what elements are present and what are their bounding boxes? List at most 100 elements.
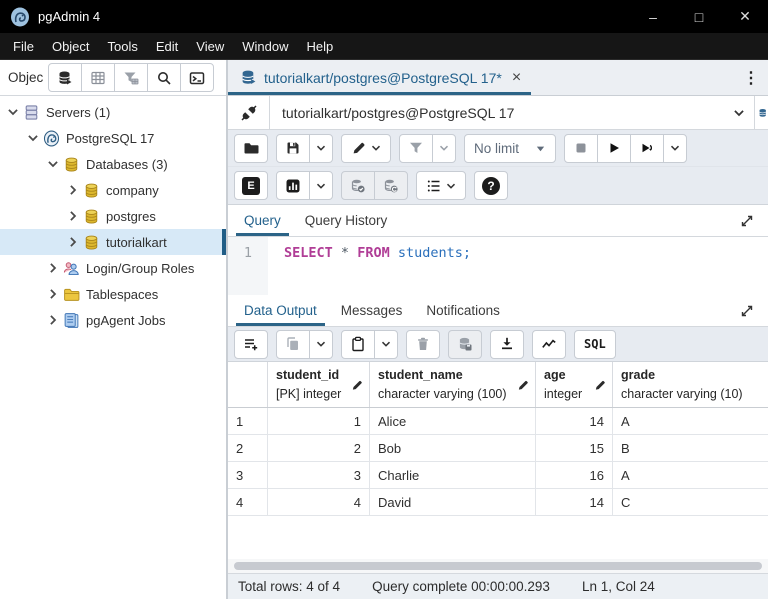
- browser-dependencies-button[interactable]: [81, 63, 115, 92]
- paste-dropdown-button[interactable]: [374, 329, 398, 359]
- cell-student-id[interactable]: 4: [268, 489, 370, 515]
- cell-student-name[interactable]: Alice: [370, 408, 536, 434]
- expand-output-button[interactable]: [730, 295, 764, 326]
- cell-age[interactable]: 16: [536, 462, 613, 488]
- row-number-cell[interactable]: 3: [228, 462, 268, 488]
- tree-item-pgagent-jobs[interactable]: pgAgent Jobs: [0, 307, 226, 333]
- execute-query-button[interactable]: [597, 133, 631, 163]
- tree-item-tutorialkart[interactable]: tutorialkart: [0, 229, 226, 255]
- tab-close-icon[interactable]: ×: [512, 69, 521, 86]
- tree-item-postgres[interactable]: postgres: [0, 203, 226, 229]
- maximize-button[interactable]: □: [676, 0, 722, 33]
- cell-grade[interactable]: A: [613, 462, 768, 488]
- sql-code-line[interactable]: SELECT * FROM students;: [268, 237, 471, 295]
- cell-grade[interactable]: B: [613, 435, 768, 461]
- filter-button[interactable]: [399, 133, 433, 163]
- save-file-button[interactable]: [276, 133, 310, 163]
- chevron-down-icon[interactable]: [46, 157, 60, 171]
- column-header-age[interactable]: age integer: [536, 362, 613, 407]
- column-header-grade[interactable]: grade character varying (10): [613, 362, 768, 407]
- tab-data-output[interactable]: Data Output: [232, 295, 329, 326]
- query-tool-tab[interactable]: tutorialkart/postgres@PostgreSQL 17* ×: [228, 60, 532, 95]
- browser-filter-button[interactable]: [114, 63, 148, 92]
- copy-dropdown-button[interactable]: [309, 329, 333, 359]
- cell-age[interactable]: 14: [536, 408, 613, 434]
- save-data-button[interactable]: [448, 329, 482, 359]
- open-file-button[interactable]: [234, 133, 268, 163]
- cell-grade[interactable]: C: [613, 489, 768, 515]
- menu-tools[interactable]: Tools: [99, 33, 147, 59]
- tree-item-servers[interactable]: Servers (1): [0, 99, 226, 125]
- explain-button[interactable]: E: [234, 171, 268, 200]
- expand-editor-button[interactable]: [730, 205, 764, 236]
- edit-column-icon[interactable]: [594, 378, 607, 391]
- column-header-student-id[interactable]: student_id [PK] integer: [268, 362, 370, 407]
- chevron-right-icon[interactable]: [66, 209, 80, 223]
- commit-button[interactable]: [341, 171, 375, 200]
- explain-dropdown-button[interactable]: [309, 171, 333, 200]
- edit-column-icon[interactable]: [351, 378, 364, 391]
- cell-age[interactable]: 15: [536, 435, 613, 461]
- tree-item-postgresql-17[interactable]: PostgreSQL 17: [0, 125, 226, 151]
- cell-age[interactable]: 14: [536, 489, 613, 515]
- menu-view[interactable]: View: [187, 33, 233, 59]
- cell-student-name[interactable]: Charlie: [370, 462, 536, 488]
- cell-student-name[interactable]: David: [370, 489, 536, 515]
- sql-editor[interactable]: 1 SELECT * FROM students;: [228, 237, 768, 295]
- show-sql-button[interactable]: SQL: [574, 329, 616, 359]
- cancel-query-button[interactable]: [564, 133, 598, 163]
- download-button[interactable]: [490, 329, 524, 359]
- save-dropdown-button[interactable]: [309, 133, 333, 163]
- tab-query[interactable]: Query: [232, 205, 293, 236]
- chevron-right-icon[interactable]: [66, 183, 80, 197]
- delete-row-button[interactable]: [406, 329, 440, 359]
- macros-button[interactable]: [416, 171, 466, 200]
- tab-query-history[interactable]: Query History: [293, 205, 400, 236]
- row-number-cell[interactable]: 2: [228, 435, 268, 461]
- explain-analyze-button[interactable]: [276, 171, 310, 200]
- copy-button[interactable]: [276, 329, 310, 359]
- browser-database-button[interactable]: [48, 63, 82, 92]
- column-header-student-name[interactable]: student_name character varying (100): [370, 362, 536, 407]
- tree-item-tablespaces[interactable]: Tablespaces: [0, 281, 226, 307]
- menu-object[interactable]: Object: [43, 33, 99, 59]
- tree-item-databases[interactable]: Databases (3): [0, 151, 226, 177]
- chevron-right-icon[interactable]: [46, 313, 60, 327]
- chevron-right-icon[interactable]: [46, 287, 60, 301]
- edit-column-icon[interactable]: [517, 378, 530, 391]
- minimize-button[interactable]: –: [630, 0, 676, 33]
- row-limit-select[interactable]: No limit: [464, 133, 556, 163]
- connection-dropdown[interactable]: [724, 106, 754, 120]
- graph-visualiser-button[interactable]: [532, 329, 566, 359]
- chevron-down-icon[interactable]: [6, 105, 20, 119]
- scrollbar-thumb[interactable]: [234, 562, 762, 570]
- cell-grade[interactable]: A: [613, 408, 768, 434]
- row-number-cell[interactable]: 4: [228, 489, 268, 515]
- cell-student-id[interactable]: 3: [268, 462, 370, 488]
- chevron-right-icon[interactable]: [66, 235, 80, 249]
- tab-notifications[interactable]: Notifications: [414, 295, 512, 326]
- edit-button[interactable]: [341, 133, 391, 163]
- menu-file[interactable]: File: [4, 33, 43, 59]
- tab-menu-kebab-icon[interactable]: ⋮: [734, 60, 768, 95]
- chevron-down-icon[interactable]: [26, 131, 40, 145]
- cell-student-id[interactable]: 2: [268, 435, 370, 461]
- help-button[interactable]: ?: [474, 171, 508, 200]
- menu-window[interactable]: Window: [233, 33, 297, 59]
- menu-edit[interactable]: Edit: [147, 33, 187, 59]
- filter-dropdown-button[interactable]: [432, 133, 456, 163]
- execute-options-button[interactable]: [630, 133, 664, 163]
- close-button[interactable]: ✕: [722, 0, 768, 33]
- paste-button[interactable]: [341, 329, 375, 359]
- tab-messages[interactable]: Messages: [329, 295, 415, 326]
- tree-item-company[interactable]: company: [0, 177, 226, 203]
- tree-item-login-group-roles[interactable]: Login/Group Roles: [0, 255, 226, 281]
- connection-status-button[interactable]: [228, 96, 270, 129]
- cell-student-id[interactable]: 1: [268, 408, 370, 434]
- chevron-right-icon[interactable]: [46, 261, 60, 275]
- cell-student-name[interactable]: Bob: [370, 435, 536, 461]
- rollback-button[interactable]: [374, 171, 408, 200]
- execute-dropdown-button[interactable]: [663, 133, 687, 163]
- menu-help[interactable]: Help: [298, 33, 343, 59]
- new-connection-button[interactable]: [754, 96, 768, 129]
